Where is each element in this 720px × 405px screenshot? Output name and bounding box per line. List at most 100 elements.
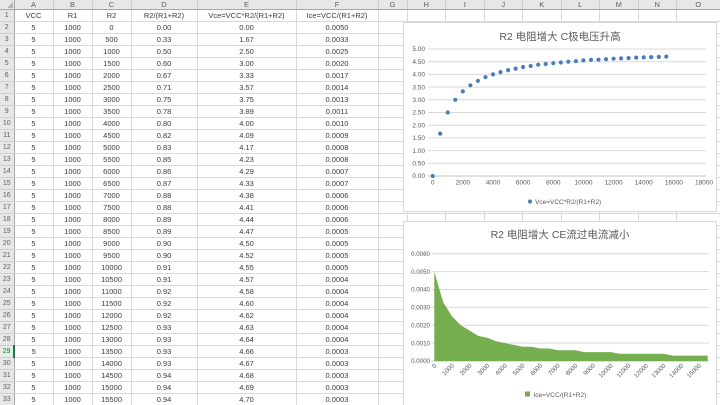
cell-F6[interactable]: 0.0017 [296,70,378,82]
cell-F19[interactable]: 0.0005 [296,226,378,238]
cell-A27[interactable]: 5 [14,322,53,334]
cell-F26[interactable]: 0.0004 [296,310,378,322]
column-header-E[interactable]: E [197,0,296,10]
row-header-14[interactable]: 14 [0,166,14,178]
cell-E17[interactable]: 4.41 [197,202,296,214]
cell-D30[interactable]: 0.93 [131,358,197,370]
cell-N1[interactable] [638,10,677,22]
cell-B4[interactable]: 1000 [53,46,92,58]
cell-D7[interactable]: 0.71 [131,82,197,94]
column-header-B[interactable]: B [53,0,92,10]
row-header-9[interactable]: 9 [0,106,14,118]
cell-C2[interactable]: 0 [92,22,131,34]
cell-C32[interactable]: 15000 [92,382,131,394]
cell-E33[interactable]: 4.70 [197,394,296,405]
cell-E4[interactable]: 2.50 [197,46,296,58]
cell-A29[interactable]: 5 [14,346,53,358]
cell-F31[interactable]: 0.0003 [296,370,378,382]
cell-F27[interactable]: 0.0004 [296,322,378,334]
cell-B33[interactable]: 1000 [53,394,92,405]
cell-B18[interactable]: 1000 [53,214,92,226]
column-header-D[interactable]: D [131,0,197,10]
cell-B8[interactable]: 1000 [53,94,92,106]
cell-E14[interactable]: 4.29 [197,166,296,178]
cell-D21[interactable]: 0.90 [131,250,197,262]
select-all-button[interactable] [0,0,14,10]
cell-E28[interactable]: 4.64 [197,334,296,346]
cell-F13[interactable]: 0.0008 [296,154,378,166]
cell-A11[interactable]: 5 [14,130,53,142]
row-header-6[interactable]: 6 [0,70,14,82]
row-header-18[interactable]: 18 [0,214,14,226]
cell-B12[interactable]: 1000 [53,142,92,154]
cell-A12[interactable]: 5 [14,142,53,154]
cell-C13[interactable]: 5500 [92,154,131,166]
cell-F12[interactable]: 0.0008 [296,142,378,154]
cell-C6[interactable]: 2000 [92,70,131,82]
cell-B24[interactable]: 1000 [53,286,92,298]
cell-D26[interactable]: 0.92 [131,310,197,322]
cell-J1[interactable] [484,10,523,22]
row-header-12[interactable]: 12 [0,142,14,154]
cell-B27[interactable]: 1000 [53,322,92,334]
cell-A7[interactable]: 5 [14,82,53,94]
cell-D33[interactable]: 0.94 [131,394,197,405]
cell-B21[interactable]: 1000 [53,250,92,262]
cell-E22[interactable]: 4.55 [197,262,296,274]
cell-A21[interactable]: 5 [14,250,53,262]
cell-D24[interactable]: 0.92 [131,286,197,298]
cell-G1[interactable] [378,10,407,22]
cell-D19[interactable]: 0.89 [131,226,197,238]
cell-D28[interactable]: 0.93 [131,334,197,346]
cell-A16[interactable]: 5 [14,190,53,202]
cell-D4[interactable]: 0.50 [131,46,197,58]
cell-A18[interactable]: 5 [14,214,53,226]
cell-C30[interactable]: 14000 [92,358,131,370]
cell-F7[interactable]: 0.0014 [296,82,378,94]
cell-L1[interactable] [561,10,600,22]
cell-D32[interactable]: 0.94 [131,382,197,394]
cell-B13[interactable]: 1000 [53,154,92,166]
cell-A14[interactable]: 5 [14,166,53,178]
cell-E9[interactable]: 3.89 [197,106,296,118]
cell-D23[interactable]: 0.91 [131,274,197,286]
row-header-11[interactable]: 11 [0,130,14,142]
cell-D27[interactable]: 0.93 [131,322,197,334]
cell-C28[interactable]: 13000 [92,334,131,346]
cell-E31[interactable]: 4.68 [197,370,296,382]
row-header-26[interactable]: 26 [0,310,14,322]
cell-C9[interactable]: 3500 [92,106,131,118]
cell-D18[interactable]: 0.89 [131,214,197,226]
cell-D2[interactable]: 0.00 [131,22,197,34]
cell-F16[interactable]: 0.0006 [296,190,378,202]
chart-vce-scatter[interactable]: R2 电阻增大 C极电压升高0.000.501.001.502.002.503.… [403,22,717,212]
cell-D20[interactable]: 0.90 [131,238,197,250]
cell-D11[interactable]: 0.82 [131,130,197,142]
cell-B30[interactable]: 1000 [53,358,92,370]
cell-C17[interactable]: 7500 [92,202,131,214]
cell-E30[interactable]: 4.67 [197,358,296,370]
column-header-O[interactable]: O [677,0,720,10]
cell-C21[interactable]: 9500 [92,250,131,262]
cell-D17[interactable]: 0.88 [131,202,197,214]
cell-C14[interactable]: 6000 [92,166,131,178]
cell-F1[interactable]: Ice=VCC/(R1+R2) [296,10,378,22]
cell-B6[interactable]: 1000 [53,70,92,82]
cell-E18[interactable]: 4.44 [197,214,296,226]
cell-C10[interactable]: 4000 [92,118,131,130]
cell-B31[interactable]: 1000 [53,370,92,382]
row-header-3[interactable]: 3 [0,34,14,46]
cell-D25[interactable]: 0.92 [131,298,197,310]
cell-C8[interactable]: 3000 [92,94,131,106]
cell-I1[interactable] [446,10,485,22]
column-header-F[interactable]: F [296,0,378,10]
cell-O1[interactable] [677,10,720,22]
cell-F23[interactable]: 0.0004 [296,274,378,286]
cell-B26[interactable]: 1000 [53,310,92,322]
row-header-24[interactable]: 24 [0,286,14,298]
cell-B5[interactable]: 1000 [53,58,92,70]
cell-A9[interactable]: 5 [14,106,53,118]
cell-A17[interactable]: 5 [14,202,53,214]
row-header-13[interactable]: 13 [0,154,14,166]
cell-A33[interactable]: 5 [14,394,53,405]
